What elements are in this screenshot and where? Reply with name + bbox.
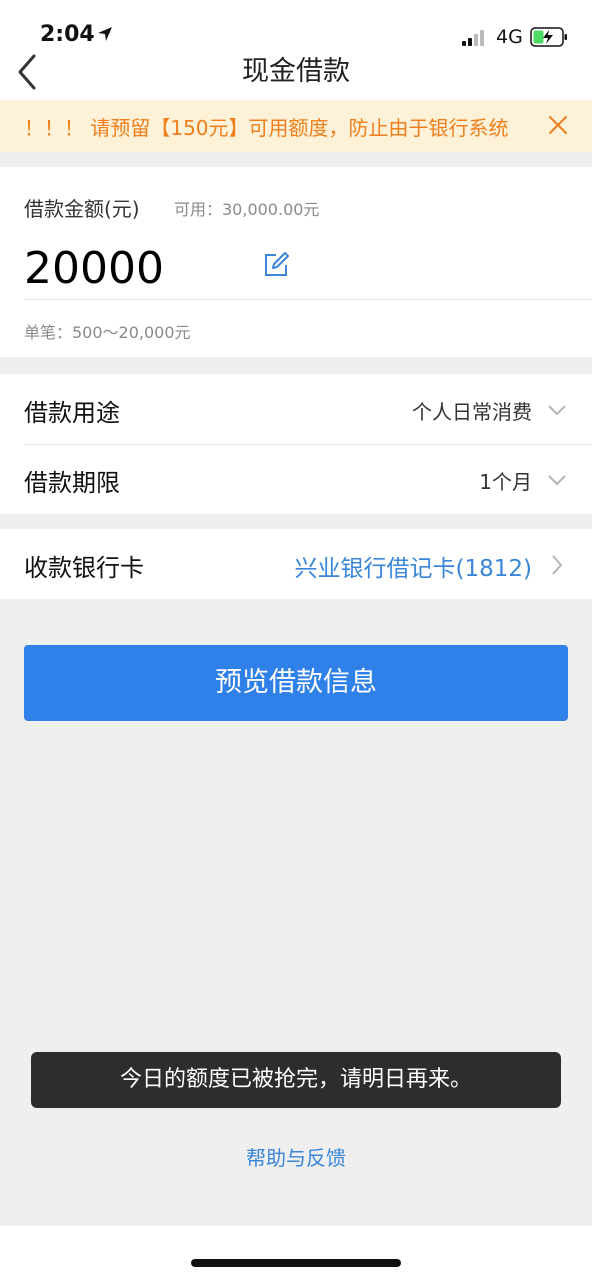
status-time: 2:04 [40, 22, 95, 47]
amount-card: 借款金额(元) 可用：30,000.00元 20000 单笔：500～20,00… [0, 167, 592, 357]
edit-icon[interactable] [262, 251, 290, 279]
preview-loan-button[interactable]: 预览借款信息 [24, 645, 568, 721]
home-indicator[interactable] [191, 1259, 401, 1267]
amount-range: 单笔：500～20,000元 [24, 323, 191, 342]
bank-card-row[interactable]: 收款银行卡 兴业银行借记卡(1812) [0, 529, 592, 599]
network-type: 4G [496, 26, 523, 48]
divider [24, 299, 592, 300]
amount-label: 借款金额(元) [24, 197, 140, 221]
loan-purpose-row[interactable]: 借款用途 个人日常消费 [0, 374, 592, 445]
chevron-right-icon [552, 555, 563, 575]
status-bar: 2:04 4G [0, 0, 592, 50]
loan-term-value: 1个月 [479, 470, 532, 494]
loan-options-group: 借款用途 个人日常消费 借款期限 1个月 [0, 374, 592, 514]
loan-term-label: 借款期限 [24, 469, 120, 497]
bank-card-value: 兴业银行借记卡(1812) [294, 556, 532, 582]
toast-message: 今日的额度已被抢完，请明日再来。 [31, 1052, 561, 1108]
battery-charging-icon [530, 27, 567, 47]
page-title: 现金借款 [242, 56, 350, 87]
chevron-down-icon [548, 405, 566, 416]
bank-card-label: 收款银行卡 [24, 554, 144, 582]
amount-input[interactable]: 20000 [24, 243, 164, 294]
signal-icon [462, 30, 484, 46]
notice-banner: ！！！ 请预留【150元】可用额度，防止由于银行系统 [0, 100, 592, 152]
available-amount: 可用：30,000.00元 [174, 200, 320, 219]
bank-card-group: 收款银行卡 兴业银行借记卡(1812) [0, 529, 592, 599]
nav-bar: 现金借款 [0, 50, 592, 100]
help-feedback-link[interactable]: 帮助与反馈 [0, 1142, 592, 1171]
loan-term-row[interactable]: 借款期限 1个月 [0, 444, 592, 514]
close-icon[interactable] [546, 113, 570, 137]
footer-area [0, 1226, 592, 1280]
loan-purpose-value: 个人日常消费 [412, 400, 532, 424]
location-arrow-icon [98, 27, 112, 41]
chevron-down-icon [548, 475, 566, 486]
loan-purpose-label: 借款用途 [24, 399, 120, 427]
notice-text: ！！！ 请预留【150元】可用额度，防止由于银行系统 [24, 116, 509, 140]
